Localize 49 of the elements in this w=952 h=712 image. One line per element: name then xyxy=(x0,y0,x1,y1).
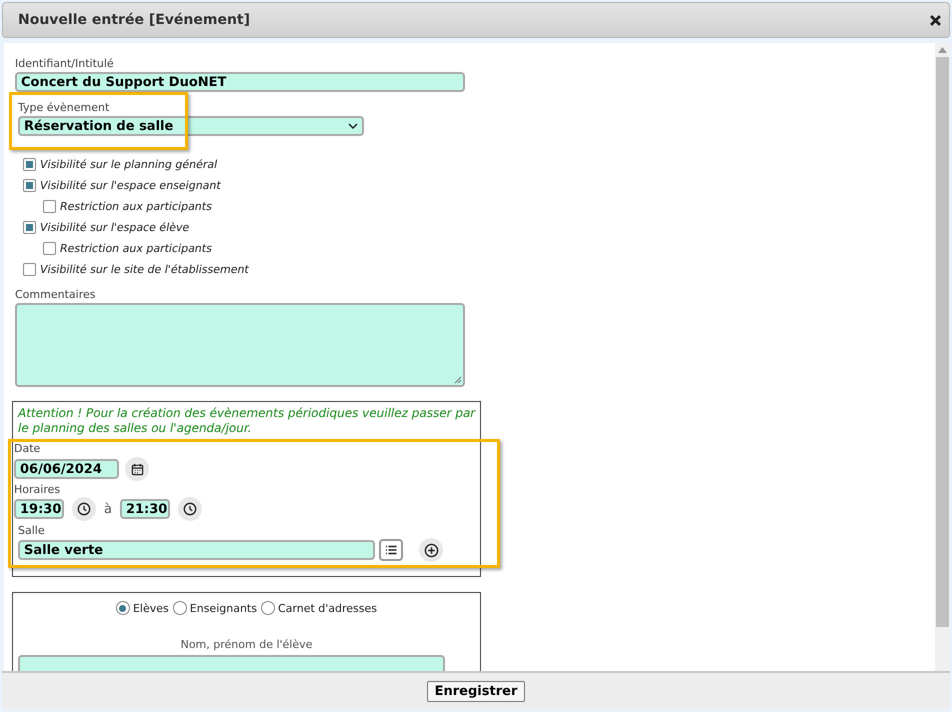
warning-text: Attention ! Pour la création des évènements périodiques veuillez passer par le planning des salles ou l'agenda/jour. xyxy=(18,406,477,436)
time-separator: à xyxy=(104,502,112,516)
clock-button[interactable] xyxy=(178,497,202,521)
field-label: Nom, prénom de l'élève xyxy=(180,638,312,651)
calendar-button[interactable] xyxy=(125,457,149,481)
checkbox[interactable] xyxy=(43,200,56,213)
date-input[interactable]: 06/06/2024 xyxy=(14,459,119,479)
radio-button[interactable] xyxy=(260,601,275,615)
list-button[interactable] xyxy=(379,539,403,561)
field-label: Horaires xyxy=(14,483,62,496)
title-input[interactable]: Concert du Support DuoNET xyxy=(15,72,465,92)
close-icon[interactable] xyxy=(930,14,941,26)
radio-button[interactable] xyxy=(116,601,130,615)
radio-label: Enseignants xyxy=(190,602,257,614)
room-input[interactable]: Salle verte xyxy=(18,540,375,560)
checkbox[interactable] xyxy=(23,263,36,276)
field-label: Identifiant/Intitulé xyxy=(15,57,115,70)
checkbox-label: Restriction aux participants xyxy=(60,242,212,255)
plus-icon xyxy=(424,542,438,558)
scroll-up-icon[interactable] xyxy=(938,47,947,53)
checkbox[interactable] xyxy=(23,221,36,234)
checkbox-label: Visibilité sur le planning général xyxy=(40,158,218,171)
checkbox-label: Visibilité sur l'espace enseignant xyxy=(40,179,221,192)
field-label: Salle xyxy=(18,524,46,537)
add-button[interactable] xyxy=(419,538,443,562)
checkbox[interactable] xyxy=(23,179,36,192)
checkbox[interactable] xyxy=(43,242,56,255)
save-button[interactable]: Enregistrer xyxy=(426,680,526,702)
clock-icon xyxy=(77,502,91,516)
checkbox-label: Visibilité sur l'espace élève xyxy=(40,221,190,234)
window-title: Nouvelle entrée [Evénement] xyxy=(18,12,250,28)
field-label: Date xyxy=(14,442,42,455)
start-time-input[interactable]: 19:30 xyxy=(14,499,64,519)
radio-label: Carnet d'adresses xyxy=(278,602,378,614)
type-select[interactable]: Réservation de salle xyxy=(18,116,364,136)
checkbox[interactable] xyxy=(23,158,36,171)
list-icon xyxy=(385,545,397,555)
radio-button[interactable] xyxy=(172,601,187,615)
radio-label: Elèves xyxy=(132,602,169,614)
calendar-icon xyxy=(130,462,144,476)
field-label: Commentaires xyxy=(15,288,96,301)
checkbox-label: Visibilité sur le site de l'établissement xyxy=(40,263,249,276)
chevron-icon xyxy=(348,122,358,130)
field-label: Type évènement xyxy=(18,101,110,114)
clock-button[interactable] xyxy=(72,497,96,521)
resize-grip-icon xyxy=(454,376,462,384)
clock-icon xyxy=(182,502,197,516)
end-time-input[interactable]: 21:30 xyxy=(120,499,170,519)
checkbox-label: Restriction aux participants xyxy=(60,200,212,213)
